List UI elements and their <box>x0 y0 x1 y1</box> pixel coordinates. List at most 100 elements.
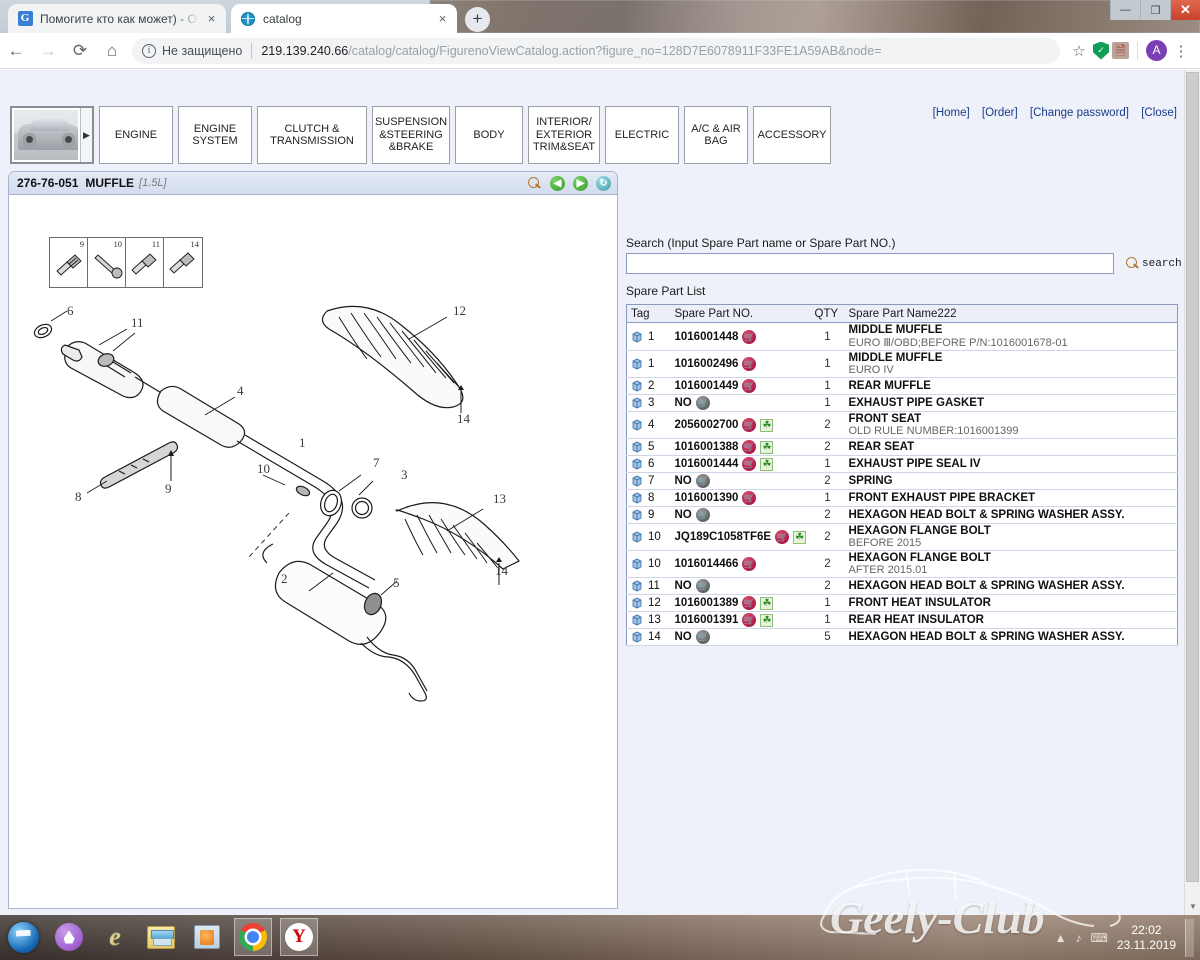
cube-icon[interactable] <box>631 631 643 643</box>
cart-icon[interactable] <box>742 357 757 371</box>
eco-leaf-icon[interactable] <box>793 530 807 544</box>
table-row[interactable]: 9 NO 2HEXAGON HEAD BOLT & SPRING WASHER AS… <box>626 506 1178 524</box>
network-icon[interactable]: ⌨ <box>1091 931 1108 945</box>
table-row[interactable]: 6 1016001444 1EXHAUST PIPE SEAL IV <box>626 455 1178 473</box>
start-button[interactable] <box>4 918 42 956</box>
forward-icon[interactable]: → <box>32 35 64 67</box>
search-button[interactable]: search <box>1125 256 1182 271</box>
figure-thumbnail[interactable]: 14 <box>164 238 202 287</box>
category-engine[interactable]: ENGINE <box>99 106 173 164</box>
chevron-down-icon[interactable]: ▼ <box>1187 901 1199 913</box>
part-number[interactable]: NO <box>675 475 692 487</box>
cube-icon[interactable] <box>631 458 643 470</box>
cart-icon[interactable] <box>742 418 757 432</box>
cube-icon[interactable] <box>631 509 643 521</box>
avatar[interactable]: A <box>1146 40 1167 61</box>
next-figure-icon[interactable]: ▶ <box>573 175 588 191</box>
cart-icon[interactable] <box>742 440 757 454</box>
link-change-password[interactable]: [Change password] <box>1030 107 1129 119</box>
close-icon[interactable]: × <box>434 10 451 27</box>
part-number[interactable]: NO <box>675 397 692 409</box>
clock[interactable]: 22:02 23.11.2019 <box>1117 923 1176 953</box>
cart-icon[interactable] <box>742 596 757 610</box>
eco-leaf-icon[interactable] <box>760 457 774 471</box>
figure-image-area[interactable]: 9 10 11 14 6 11 4 12 14 1 10 7 3 13 14 2… <box>9 195 617 930</box>
yandex-disk-button[interactable] <box>50 918 88 956</box>
part-number[interactable]: 1016001444 <box>675 458 739 470</box>
table-row[interactable]: 10 1016014466 2HEXAGON FLANGE BOLTAFTER 20… <box>626 550 1178 578</box>
table-row[interactable]: 11 NO 2HEXAGON HEAD BOLT & SPRING WASHER A… <box>626 577 1178 595</box>
scrollbar-thumb[interactable] <box>1186 72 1199 882</box>
table-row[interactable]: 12 1016001389 1FRONT HEAT INSULATOR <box>626 594 1178 612</box>
browser-tab-1[interactable]: catalog × <box>231 4 457 33</box>
chrome-menu-icon[interactable]: ⋮ <box>1170 42 1192 60</box>
table-row[interactable]: 110160014481MIDDLE MUFFLEEURO Ⅲ/OBD;BEFO… <box>626 322 1178 351</box>
category-accessory[interactable]: ACCESSORY <box>753 106 831 164</box>
part-number[interactable]: 1016001391 <box>675 614 739 626</box>
category-clutch-transmission[interactable]: CLUTCH & TRANSMISSION <box>257 106 367 164</box>
file-explorer-button[interactable] <box>142 918 180 956</box>
table-row[interactable]: 8 1016001390 1FRONT EXHAUST PIPE BRACKET <box>626 489 1178 507</box>
close-icon[interactable]: × <box>203 10 220 27</box>
part-number[interactable]: NO <box>675 509 692 521</box>
category-engine-system[interactable]: ENGINE SYSTEM <box>178 106 252 164</box>
bookmark-star-icon[interactable]: ☆ <box>1068 42 1090 60</box>
figure-thumbnail[interactable]: 10 <box>88 238 126 287</box>
cart-icon[interactable] <box>742 613 757 627</box>
chrome-button[interactable] <box>234 918 272 956</box>
cube-icon[interactable] <box>631 380 643 392</box>
table-row[interactable]: 14 NO 5HEXAGON HEAD BOLT & SPRING WASHER A… <box>626 628 1178 646</box>
internet-explorer-button[interactable]: e <box>96 918 134 956</box>
maximize-button[interactable]: ❐ <box>1140 0 1170 20</box>
close-window-button[interactable]: ✕ <box>1170 0 1200 20</box>
cart-icon[interactable] <box>742 379 757 393</box>
eco-leaf-icon[interactable] <box>760 440 774 454</box>
cube-icon[interactable] <box>631 614 643 626</box>
refresh-icon[interactable]: ↻ <box>596 175 611 191</box>
part-number[interactable]: 1016001389 <box>675 597 739 609</box>
prev-figure-icon[interactable]: ◀ <box>550 175 565 191</box>
category-body[interactable]: BODY <box>455 106 523 164</box>
figure-thumbnail[interactable]: 11 <box>126 238 164 287</box>
table-row[interactable]: 110160024961MIDDLE MUFFLEEURO IV <box>626 350 1178 378</box>
cart-icon[interactable] <box>742 491 757 505</box>
cart-icon[interactable] <box>742 329 757 344</box>
cube-icon[interactable] <box>631 531 643 543</box>
new-tab-button[interactable]: + <box>465 7 490 32</box>
part-number[interactable]: 1016001390 <box>675 492 739 504</box>
category-electric[interactable]: ELECTRIC <box>605 106 679 164</box>
chevron-right-icon[interactable]: ▶ <box>80 108 92 162</box>
search-input[interactable] <box>626 253 1114 274</box>
table-row[interactable]: 10 JQ189C1058TF6E 2HEXAGON FLANGE BOLTBEFO… <box>626 523 1178 551</box>
back-icon[interactable]: ← <box>0 35 32 67</box>
table-row[interactable]: 4 2056002700 2FRONT SEATOLD RULE NUMBER:10… <box>626 411 1178 439</box>
cube-icon[interactable] <box>631 597 643 609</box>
home-icon[interactable]: ⌂ <box>96 35 128 67</box>
part-number[interactable]: 1016002496 <box>675 358 739 370</box>
part-number[interactable]: JQ189C1058TF6E <box>675 531 772 543</box>
show-desktop-button[interactable] <box>1185 918 1194 957</box>
info-icon[interactable]: i <box>142 43 156 58</box>
table-row[interactable]: 5 1016001388 2REAR SEAT <box>626 438 1178 456</box>
cube-icon[interactable] <box>631 419 643 431</box>
address-bar[interactable]: i Не защищено 219.139.240.66/catalog/cat… <box>132 37 1060 64</box>
cube-icon[interactable] <box>631 358 643 370</box>
table-row[interactable]: 13 1016001391 1REAR HEAT INSULATOR <box>626 611 1178 629</box>
part-number[interactable]: 2056002700 <box>675 419 739 431</box>
part-number[interactable]: 1016001449 <box>675 380 739 392</box>
shield-icon[interactable] <box>1093 41 1109 60</box>
table-row[interactable]: 3 NO 1EXHAUST PIPE GASKET <box>626 394 1178 412</box>
part-number[interactable]: 1016001448 <box>675 331 739 343</box>
category-ac-air-bag[interactable]: A/C & AIR BAG <box>684 106 748 164</box>
vehicle-thumbnail-button[interactable]: ▶ <box>10 106 94 164</box>
part-number[interactable]: NO <box>675 631 692 643</box>
zoom-in-icon[interactable] <box>527 176 542 191</box>
cube-icon[interactable] <box>631 397 643 409</box>
cube-icon[interactable] <box>631 580 643 592</box>
cart-icon[interactable] <box>742 457 757 471</box>
category-suspension-steering-brake[interactable]: SUSPENSION &STEERING &BRAKE <box>372 106 450 164</box>
show-hidden-icons[interactable]: ▲ <box>1055 931 1067 945</box>
adobe-pdf-icon[interactable] <box>1112 42 1129 59</box>
cube-icon[interactable] <box>631 441 643 453</box>
cube-icon[interactable] <box>631 492 643 504</box>
